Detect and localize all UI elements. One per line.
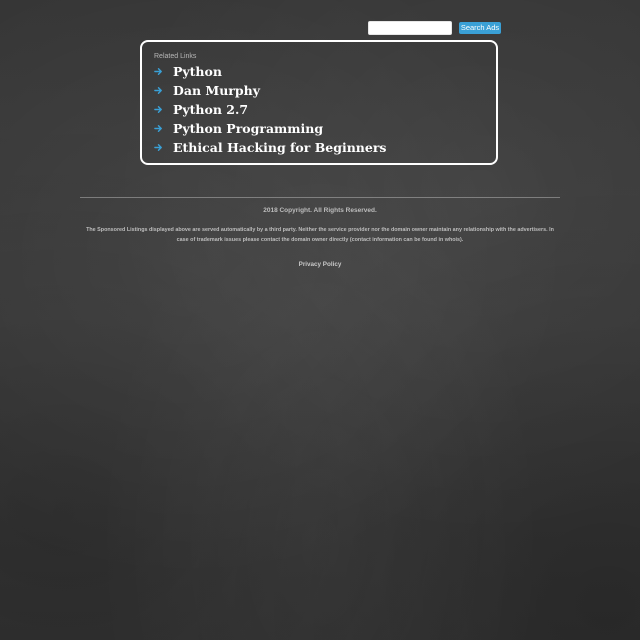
search-input[interactable] — [368, 21, 452, 35]
privacy-policy-link[interactable]: Privacy Policy — [299, 261, 342, 268]
related-link-label: Ethical Hacking for Beginners — [173, 140, 387, 155]
footer-divider — [80, 197, 560, 198]
disclaimer-text: The Sponsored Listings displayed above a… — [86, 227, 554, 243]
related-link-label: Python Programming — [173, 121, 324, 136]
related-link-label: Python 2.7 — [173, 102, 249, 117]
search-bar: Search Ads — [368, 21, 501, 35]
related-link-python[interactable]: Python — [154, 62, 386, 81]
arrow-right-icon — [154, 87, 162, 94]
arrow-right-icon — [154, 144, 162, 151]
related-links-heading: Related Links — [154, 53, 197, 60]
related-link-label: Python — [173, 64, 222, 79]
search-ads-button[interactable]: Search Ads — [459, 22, 501, 34]
related-links-list: Python Dan Murphy Python 2.7 Python Prog… — [154, 62, 386, 157]
related-links-panel: Related Links Python Dan Murphy Python 2… — [140, 40, 498, 165]
related-link-label: Dan Murphy — [173, 83, 260, 98]
footer: 2018 Copyright. All Rights Reserved. The… — [80, 207, 560, 271]
copyright-text: 2018 Copyright. All Rights Reserved. — [263, 207, 377, 214]
arrow-right-icon — [154, 106, 162, 113]
related-link-python-2-7[interactable]: Python 2.7 — [154, 100, 386, 119]
related-link-ethical-hacking[interactable]: Ethical Hacking for Beginners — [154, 138, 386, 157]
arrow-right-icon — [154, 125, 162, 132]
related-link-dan-murphy[interactable]: Dan Murphy — [154, 81, 386, 100]
related-link-python-programming[interactable]: Python Programming — [154, 119, 386, 138]
arrow-right-icon — [154, 68, 162, 75]
